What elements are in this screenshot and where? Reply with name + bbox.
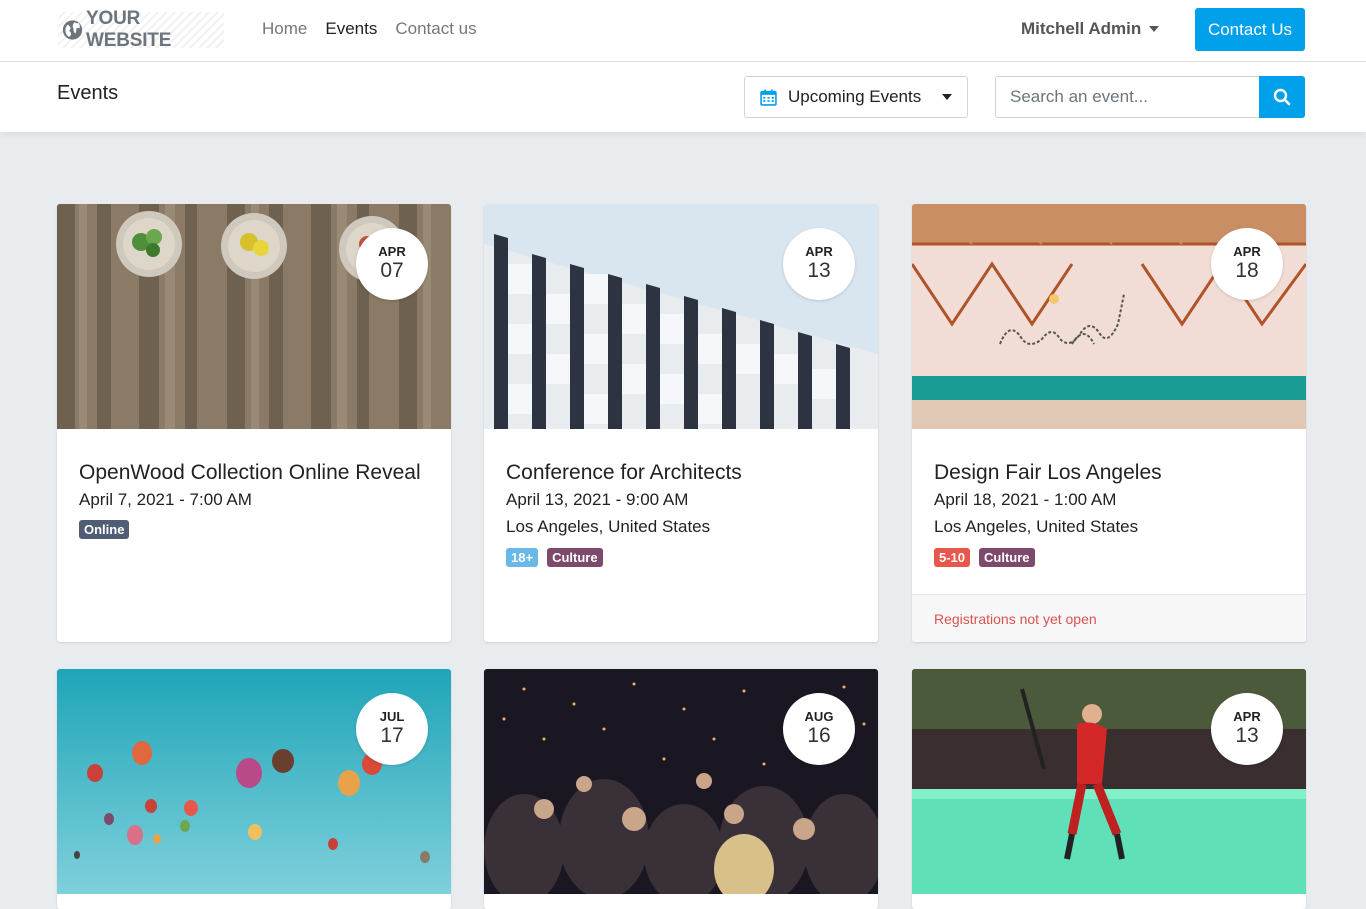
- event-tag: Culture: [547, 548, 603, 567]
- event-month: APR: [1233, 244, 1261, 259]
- event-card[interactable]: JUL 17: [57, 669, 451, 909]
- event-day: 07: [380, 259, 404, 282]
- search-button[interactable]: [1259, 76, 1305, 118]
- event-title[interactable]: OpenWood Collection Online Reveal: [79, 460, 436, 486]
- event-date-badge: JUL 17: [356, 693, 428, 765]
- user-menu[interactable]: Mitchell Admin: [1021, 19, 1160, 39]
- event-day: 13: [1235, 724, 1259, 747]
- nav-link-home[interactable]: Home: [262, 19, 307, 39]
- event-card-body: Design Fair Los Angeles April 18, 2021 -…: [934, 460, 1291, 567]
- caret-down-icon: [1149, 26, 1160, 32]
- event-search: [995, 76, 1305, 118]
- event-datetime: April 7, 2021 - 7:00 AM: [79, 490, 252, 509]
- top-navbar: YOUR WEBSITE Home Events Contact us Mitc…: [0, 0, 1366, 62]
- event-date-badge: APR 18: [1211, 228, 1283, 300]
- event-day: 17: [380, 724, 404, 747]
- globe-icon: [62, 20, 83, 40]
- event-location: Los Angeles, United States: [506, 517, 711, 536]
- event-title[interactable]: Design Fair Los Angeles: [934, 460, 1291, 486]
- event-card[interactable]: APR 13: [912, 669, 1306, 909]
- event-datetime: April 18, 2021 - 1:00 AM: [934, 490, 1117, 509]
- event-card-body: OpenWood Collection Online Reveal April …: [79, 460, 436, 539]
- caret-down-icon: [942, 94, 952, 100]
- event-tags: 5-10 Culture: [934, 548, 1291, 567]
- page-title: Events: [57, 82, 119, 104]
- event-card[interactable]: APR 18 Design Fair Los Angeles April 18,…: [912, 204, 1306, 642]
- date-filter-label: Upcoming Events: [788, 87, 922, 106]
- event-day: 18: [1235, 259, 1259, 282]
- search-input[interactable]: [995, 76, 1259, 118]
- event-date-badge: APR 13: [1211, 693, 1283, 765]
- event-card[interactable]: APR 07 OpenWood Collection Online Reveal…: [57, 204, 451, 642]
- event-month: JUL: [379, 709, 405, 724]
- event-month: APR: [1233, 709, 1261, 724]
- event-tag: 18+: [506, 548, 539, 567]
- event-tags: Online: [79, 520, 436, 539]
- brand-logo[interactable]: YOUR WEBSITE: [58, 8, 224, 51]
- event-month: APR: [378, 244, 406, 259]
- nav-menu: Home Events Contact us: [262, 19, 477, 39]
- nav-link-contact[interactable]: Contact us: [395, 19, 476, 39]
- calendar-icon: [760, 89, 777, 106]
- event-card[interactable]: AUG 16: [484, 669, 878, 909]
- user-name: Mitchell Admin: [1021, 19, 1142, 38]
- event-tag: Culture: [979, 548, 1035, 567]
- event-tag: Online: [79, 520, 130, 539]
- date-filter-dropdown[interactable]: Upcoming Events: [744, 76, 968, 118]
- event-location: Los Angeles, United States: [934, 517, 1139, 536]
- event-title[interactable]: Conference for Architects: [506, 460, 863, 486]
- event-day: 13: [807, 259, 831, 282]
- event-datetime: April 13, 2021 - 9:00 AM: [506, 490, 689, 509]
- contact-us-button[interactable]: Contact Us: [1195, 8, 1305, 51]
- nav-link-events[interactable]: Events: [325, 19, 377, 39]
- event-date-badge: APR 13: [783, 228, 855, 300]
- event-tags: 18+ Culture: [506, 548, 863, 567]
- event-date-badge: APR 07: [356, 228, 428, 300]
- event-date-badge: AUG 16: [783, 693, 855, 765]
- search-icon: [1273, 88, 1291, 106]
- event-day: 16: [807, 724, 831, 747]
- event-card[interactable]: APR 13 Conference for Architects April 1…: [484, 204, 878, 642]
- events-toolbar: Events Upcoming Events: [0, 62, 1366, 132]
- brand-text: YOUR WEBSITE: [86, 8, 172, 51]
- event-card-body: Conference for Architects April 13, 2021…: [506, 460, 863, 567]
- event-month: APR: [805, 244, 833, 259]
- registration-status: Registrations not yet open: [912, 594, 1306, 642]
- event-tag: 5-10: [934, 548, 971, 567]
- event-month: AUG: [804, 709, 834, 724]
